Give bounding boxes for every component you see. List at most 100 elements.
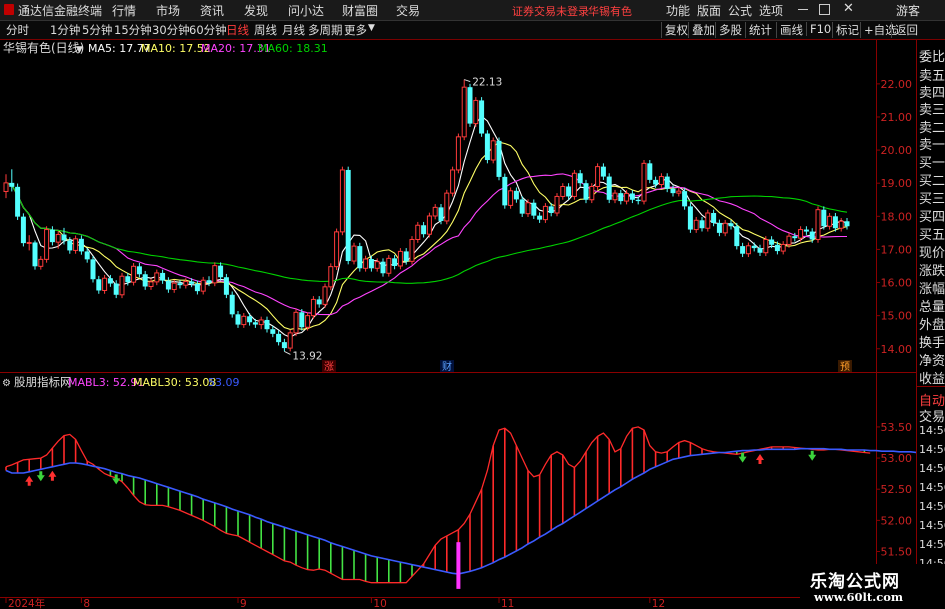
period-tab-1[interactable]: 1分钟 <box>50 22 80 38</box>
btn-multi-stock[interactable]: 多股 <box>715 22 742 38</box>
candle-body-82 <box>479 100 485 134</box>
btn-back[interactable]: 返回 <box>891 22 918 38</box>
indicator-lines <box>5 426 916 584</box>
candle-body-60 <box>351 245 357 262</box>
candle-body-62 <box>363 258 369 269</box>
period-tab-5[interactable]: 60分钟 <box>189 22 227 38</box>
candle-body-56 <box>328 266 334 288</box>
candle-body-111 <box>647 163 653 180</box>
menu-market[interactable]: 市场 <box>156 2 180 19</box>
menu-layout[interactable]: 版面 <box>697 2 721 19</box>
btn-f10[interactable]: F10 <box>806 22 831 36</box>
btn-overlay[interactable]: 叠加 <box>688 22 715 38</box>
indicator-title: 股朋指标网 <box>14 375 72 389</box>
date-label-2: 9 <box>240 598 247 609</box>
candle-body-12 <box>73 238 79 251</box>
btn-restore-rights[interactable]: 复权 <box>661 22 688 38</box>
period-tab-7[interactable]: 周线 <box>254 22 277 38</box>
candle-body-25 <box>148 281 154 288</box>
period-tab-2[interactable]: 5分钟 <box>82 22 112 38</box>
candle-body-144 <box>838 220 844 229</box>
side-item-15[interactable]: 外盘 <box>919 314 945 333</box>
maximize-icon[interactable] <box>819 4 830 15</box>
candle-body-73 <box>426 215 432 235</box>
dropdown-arrow-icon[interactable]: ▼ <box>76 45 83 55</box>
period-tab-10[interactable]: 更多 <box>344 22 367 38</box>
candle-body-97 <box>566 186 572 197</box>
chevron-down-icon[interactable]: ▼ <box>368 23 375 33</box>
candle-body-112 <box>653 179 659 185</box>
candle-body-35 <box>206 280 212 283</box>
candle-body-91 <box>531 202 537 216</box>
menu-options[interactable]: 选项 <box>759 2 783 19</box>
period-tab-0[interactable]: 分时 <box>6 22 29 38</box>
date-label-1: 8 <box>83 598 90 609</box>
menu-discover[interactable]: 发现 <box>244 2 268 19</box>
period-tab-3[interactable]: 15分钟 <box>114 22 152 38</box>
marker-financial-text: 财 <box>442 360 452 373</box>
period-tab-6[interactable]: 日线 <box>226 22 249 38</box>
candle-body-48 <box>281 342 287 349</box>
side-item-18[interactable]: 收益 <box>919 368 945 387</box>
side-item-11[interactable]: 现价 <box>919 242 945 261</box>
side-trade[interactable]: 交易 <box>919 406 945 425</box>
candle-body-9 <box>55 234 61 243</box>
candlesticks <box>3 79 850 352</box>
close-icon[interactable]: ✕ <box>843 1 854 16</box>
candle-body-31 <box>183 281 189 286</box>
down-arrow-icon-0 <box>36 471 45 482</box>
candle-body-103 <box>600 166 606 177</box>
menu-ask[interactable]: 问小达 <box>288 2 324 19</box>
stock-tag[interactable]: 华锡有色 <box>588 3 632 19</box>
candle-body-18 <box>107 278 113 284</box>
candle-body-21 <box>125 276 131 283</box>
side-item-17[interactable]: 净资 <box>919 350 945 369</box>
side-item-0[interactable]: 委比 <box>919 46 945 65</box>
side-item-8[interactable]: 买三 <box>919 188 945 207</box>
stock-chart[interactable]: 华锡有色(日线) ▼ MA5: 17.77 MA10: 17.52 MA20: … <box>0 40 916 609</box>
btn-statistics[interactable]: 统计 <box>745 22 772 38</box>
side-item-5[interactable]: 卖一 <box>919 134 945 153</box>
side-item-13[interactable]: 涨幅 <box>919 278 945 297</box>
menu-function[interactable]: 功能 <box>666 2 690 19</box>
candle-body-105 <box>612 192 618 201</box>
candle-body-7 <box>44 229 50 260</box>
login-alert[interactable]: 证券交易未登录 <box>512 3 589 19</box>
mabl30-label: MABL30: 53.08 <box>133 376 216 389</box>
side-item-12[interactable]: 涨跌 <box>919 260 945 279</box>
candle-body-100 <box>583 183 589 200</box>
side-item-14[interactable]: 总量 <box>919 296 945 315</box>
candle-body-65 <box>380 261 386 274</box>
btn-mark[interactable]: 标记 <box>832 22 859 38</box>
candle-body-40 <box>235 314 241 325</box>
candle-body-15 <box>90 259 96 280</box>
menu-quotes[interactable]: 行情 <box>112 2 136 19</box>
price-tick-label-7: 15.00 <box>881 310 913 323</box>
candle-body-39 <box>229 294 235 315</box>
candle-body-113 <box>658 176 664 186</box>
candle-body-19 <box>113 283 119 295</box>
side-item-3[interactable]: 卖三 <box>919 99 945 118</box>
candle-body-134 <box>780 243 786 252</box>
settings-icon[interactable]: ⚙ <box>2 378 11 389</box>
period-tab-9[interactable]: 多周期 <box>308 22 343 38</box>
candle-body-138 <box>803 229 809 232</box>
side-item-10[interactable]: 买五 <box>919 224 945 243</box>
candle-body-106 <box>618 193 624 202</box>
side-item-16[interactable]: 换手 <box>919 332 945 351</box>
menu-formula[interactable]: 公式 <box>728 2 752 19</box>
menu-bar: 通达信金融终端 行情 市场 资讯 发现 问小达 财富圈 交易 证券交易未登录 华… <box>0 0 945 21</box>
user-label[interactable]: 游客 <box>896 2 920 19</box>
menu-trade[interactable]: 交易 <box>396 2 420 19</box>
menu-news[interactable]: 资讯 <box>200 2 224 19</box>
btn-draw-line[interactable]: 画线 <box>776 22 803 38</box>
menu-wealth-circle[interactable]: 财富圈 <box>342 2 378 19</box>
side-item-6[interactable]: 买一 <box>919 152 945 171</box>
side-item-9[interactable]: 买四 <box>919 206 945 225</box>
period-tab-4[interactable]: 30分钟 <box>152 22 190 38</box>
ma60-label: MA60: 18.31 <box>258 42 328 55</box>
side-item-7[interactable]: 买二 <box>919 170 945 189</box>
minimize-icon[interactable] <box>798 9 808 10</box>
date-label-4: 11 <box>501 598 514 609</box>
period-tab-8[interactable]: 月线 <box>282 22 305 38</box>
